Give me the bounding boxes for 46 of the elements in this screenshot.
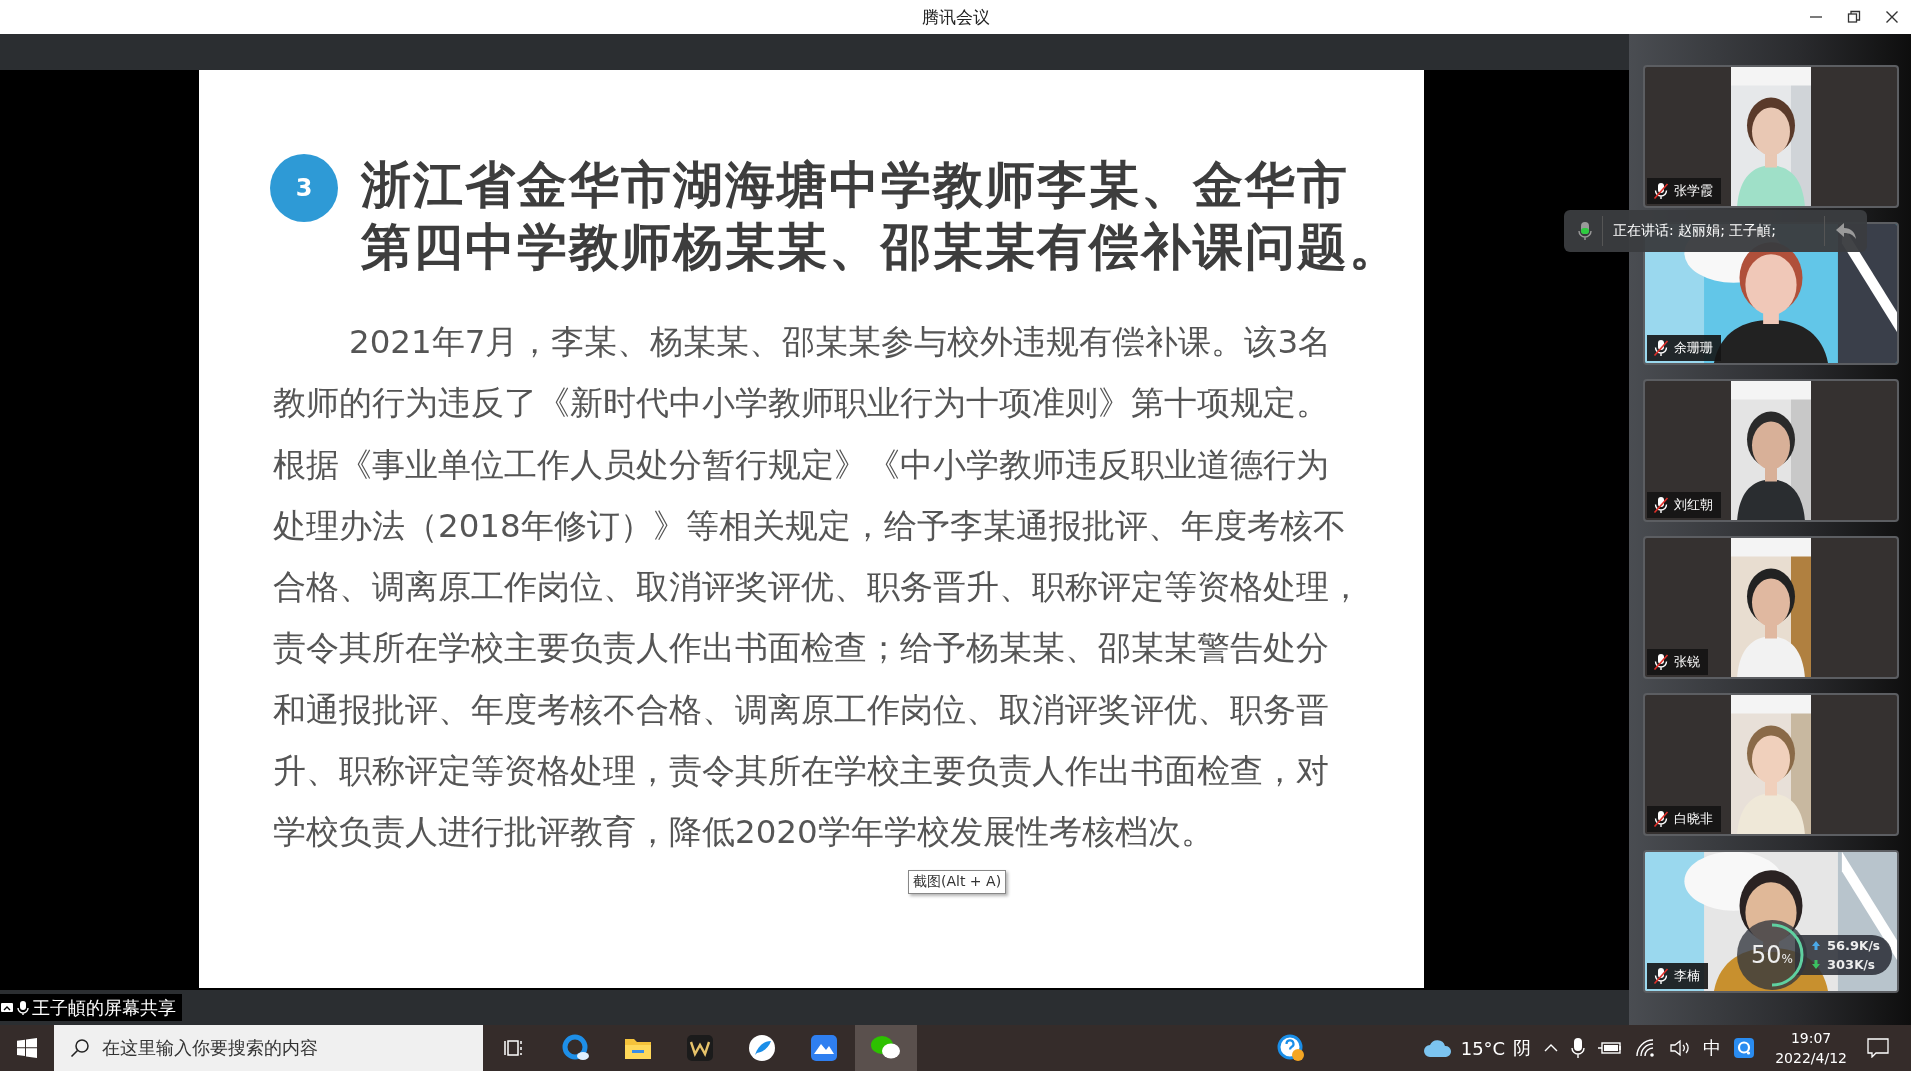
cloud-icon	[1422, 1038, 1453, 1058]
video-tile[interactable]: 刘红朝	[1643, 379, 1899, 522]
upload-speed: 56.9K/s	[1827, 938, 1880, 953]
download-speed: 303K/s	[1827, 957, 1875, 972]
q-app-icon[interactable]	[1733, 1037, 1756, 1059]
microphone-icon	[1578, 221, 1592, 241]
download-arrow-icon	[1811, 959, 1821, 970]
feather-app-icon	[748, 1034, 776, 1062]
input-method-button[interactable]: 中	[1703, 1036, 1722, 1060]
participant-name: 白晓非	[1674, 810, 1713, 828]
microphone-icon	[17, 999, 29, 1016]
mountain-app-icon	[810, 1034, 838, 1062]
search-field[interactable]: 在这里输入你要搜索的内容	[54, 1025, 483, 1071]
taskbar-app[interactable]	[855, 1025, 917, 1071]
close-icon[interactable]	[1885, 10, 1899, 24]
upload-arrow-icon	[1811, 940, 1821, 951]
restore-icon[interactable]	[1847, 10, 1861, 24]
participant-name: 张学霞	[1674, 182, 1713, 200]
video-tile[interactable]: 李楠 50% 56.9K/s 303K/s	[1643, 850, 1899, 993]
folder-icon	[624, 1036, 652, 1060]
participant-name: 余珊珊	[1674, 339, 1713, 357]
video-tile[interactable]: 白晓非	[1643, 693, 1899, 836]
reply-arrow-icon[interactable]	[1835, 222, 1857, 240]
participant-name: 刘红朝	[1674, 496, 1713, 514]
microphone-icon[interactable]	[1571, 1037, 1586, 1059]
video-tile[interactable]: 张学霞	[1643, 65, 1899, 208]
windows-start-icon[interactable]	[17, 1038, 37, 1058]
weather-button[interactable]: 15°C 阴	[1422, 1036, 1532, 1060]
volume-icon[interactable]	[1669, 1038, 1692, 1058]
notification-icon[interactable]	[1867, 1038, 1889, 1058]
participant-name: 张锐	[1674, 653, 1700, 671]
share-label-text: 王子頔的屏幕共享	[32, 995, 176, 1020]
tooltip: 截图(Alt + A)	[908, 870, 1007, 894]
usage-percent: 50%	[1751, 941, 1793, 969]
office-app-icon	[686, 1034, 714, 1062]
task-view-icon	[504, 1038, 524, 1058]
clock-button[interactable]: 19:07 2022/4/12	[1767, 1028, 1855, 1068]
number-badge: 3	[270, 154, 338, 222]
video-tile[interactable]: 张锐	[1643, 536, 1899, 679]
participant-name: 李楠	[1674, 967, 1700, 985]
slide-paragraph: 2021年7月，李某、杨某某、邵某某参与校外违规有偿补课。该3名 教师的行为违反了《新时代中小学教师职业行为十项准则》第十项规定。 根据《事业单位工作人员处分暂行规定》《中小学教师违反职业道德行为 处理办法（2018年修订）》等相关规定，给予李某通报批评、年度考核不 合格、调离原工作岗位、取消评奖评优、职务晋升、职称评定等资格处理， 责令其所在学校主要负责人作出书面检查；给予杨某某、邵某某警告处分 和通报批评、年度考核不合格、调离原工作岗位、取消评奖评优、职务晋 升、职称评定等资格处理，责令其所在学校主要负责人作出书面检查，对 学校负责人进行批评教育，降低2020学年学校发展性考核档次。	[273, 322, 1363, 854]
help-icon[interactable]	[1277, 1034, 1305, 1062]
battery-icon[interactable]	[1597, 1040, 1624, 1056]
browser-icon	[562, 1034, 590, 1062]
window-title: 腾讯会议	[921, 5, 990, 29]
slide-title: 浙江省金华市湖海塘中学教师李某、金华市 第四中学教师杨某某、邵某某有偿补课问题。	[361, 155, 1401, 278]
